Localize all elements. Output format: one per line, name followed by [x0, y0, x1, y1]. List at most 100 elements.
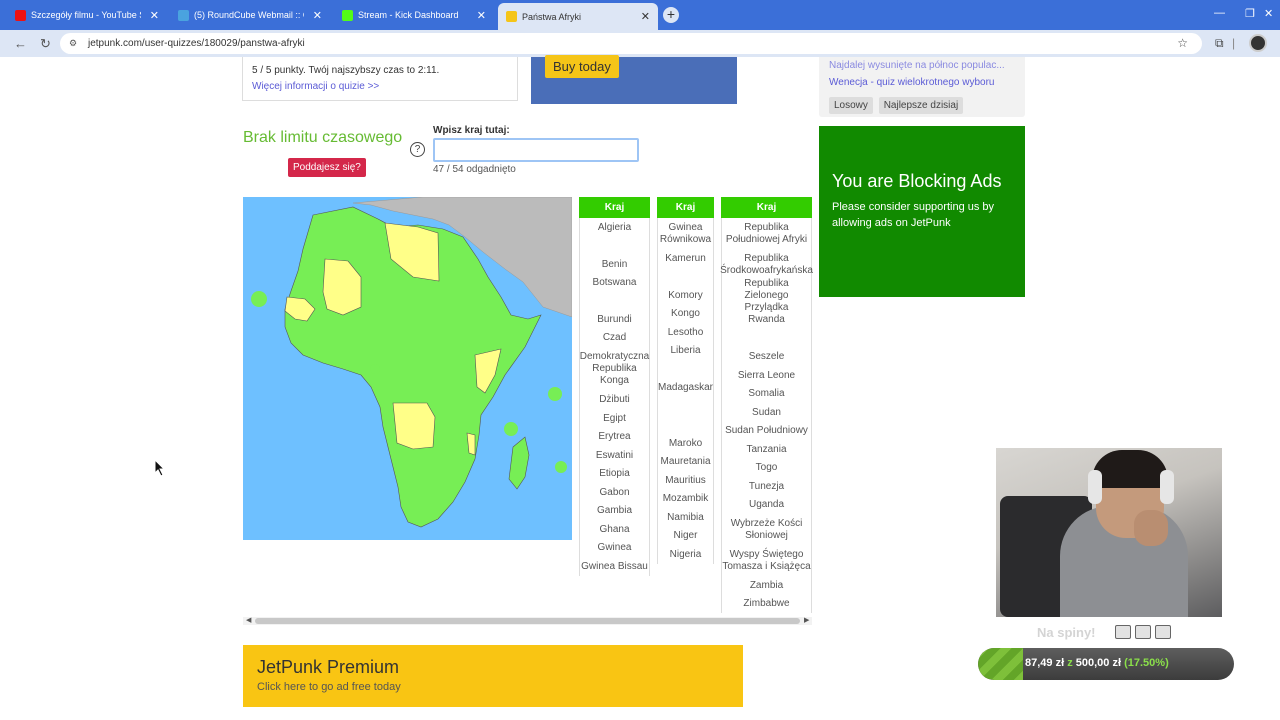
answer-cell: Republika Południowej Afryki — [721, 218, 812, 249]
answer-cell — [721, 329, 812, 348]
answer-column-1: Kraj Algieria Benin Botswana Burundi Czad Dem… — [579, 197, 650, 576]
buy-today-button[interactable]: Buy today — [545, 55, 619, 78]
best-today-button[interactable]: Najlepsze dzisiaj — [878, 97, 964, 114]
profile-avatar[interactable] — [1249, 34, 1267, 52]
answer-cell: Maroko — [657, 434, 714, 453]
column-header: Kraj — [657, 197, 714, 218]
points-text: 5 / 5 punkty. Twój najszybszy czas to 2:… — [252, 65, 440, 76]
answer-cell: Komory — [657, 286, 714, 305]
browser-tab[interactable]: Państwa Afryki ✕ — [498, 3, 658, 30]
restore-icon[interactable]: ❐ — [1245, 7, 1255, 20]
reload-icon[interactable]: ↻ — [40, 36, 51, 52]
blocking-title: You are Blocking Ads — [832, 171, 1002, 191]
site-info-icon[interactable]: ⚙ — [69, 33, 77, 54]
tab-label: Stream - Kick Dashboard — [358, 10, 459, 20]
tab-close-icon[interactable]: ✕ — [477, 9, 486, 22]
new-tab-button[interactable]: + — [663, 7, 679, 23]
answer-cell: Rwanda — [721, 311, 812, 329]
premium-banner[interactable]: JetPunk Premium Click here to go ad free… — [243, 645, 743, 707]
goal-label: 87,49 zł z 500,00 zł (17.50%) — [1025, 657, 1169, 669]
map-madagascar — [508, 436, 530, 490]
goal-title: Na spiny! — [1037, 625, 1096, 640]
money-icon — [1115, 625, 1131, 639]
answer-cell: Egipt — [579, 409, 650, 428]
answer-cell: Ghana — [579, 520, 650, 539]
goal-progress-bar: 87,49 zł z 500,00 zł (17.50%) — [978, 648, 1234, 680]
answer-cell: Tunezja — [721, 477, 812, 496]
map-island — [548, 387, 562, 401]
answer-cell: Togo — [721, 459, 812, 477]
more-info-link[interactable]: Więcej informacji o quizie >> — [252, 81, 508, 92]
map-missing-angola — [392, 402, 436, 450]
answer-cell: Madagaskar — [657, 379, 714, 397]
tab-close-icon[interactable]: ✕ — [313, 9, 322, 22]
help-icon[interactable]: ? — [410, 142, 425, 157]
scroll-right-icon[interactable]: ▶ — [804, 616, 809, 624]
url-field[interactable]: ⚙ jetpunk.com/user-quizzes/180029/panstw… — [60, 33, 1202, 54]
close-window-icon[interactable]: ✕ — [1264, 7, 1273, 20]
answer-column-3: Kraj Republika Południowej Afryki Republi… — [720, 197, 813, 613]
horizontal-scrollbar[interactable]: ◀ ▶ — [243, 617, 812, 625]
give-up-button[interactable]: Poddajesz się? — [288, 158, 366, 177]
answer-cell: Somalia — [721, 385, 812, 403]
map-island — [504, 422, 518, 436]
answer-cell: Wybrzeże Kości Słoniowej — [721, 514, 812, 545]
quiz-info-box: 5 / 5 punkty. Twój najszybszy czas to 2:… — [242, 57, 518, 101]
browser-tab[interactable]: Stream - Kick Dashboard ✕ — [334, 4, 494, 26]
jetpunk-icon — [506, 11, 517, 22]
minimize-icon[interactable]: — — [1214, 7, 1225, 19]
page-content: 5 / 5 punkty. Twój najszybszy czas to 2:… — [0, 55, 1280, 720]
answer-cell — [657, 268, 714, 286]
answer-cell: Republika Zielonego Przylądka — [721, 278, 812, 313]
answer-cell: Burundi — [579, 310, 650, 329]
input-label: Wpisz kraj tutaj: — [433, 125, 510, 136]
tab-close-icon[interactable]: ✕ — [641, 10, 650, 23]
answer-cell — [657, 360, 714, 379]
mouse-cursor-icon — [154, 459, 166, 477]
answer-cell: Algieria — [579, 218, 650, 237]
browser-tab[interactable]: (5) RoundCube Webmail :: Odebrane ✕ — [170, 4, 330, 26]
answer-cell: Gwinea — [579, 539, 650, 557]
sidebar-link[interactable]: Najdalej wysunięte na północ populac... — [829, 57, 1015, 74]
answer-cell: Botswana — [579, 274, 650, 292]
sidebar-link[interactable]: Wenecja - quiz wielokrotnego wyboru — [829, 74, 1015, 91]
answer-cell: Sierra Leone — [721, 366, 812, 385]
tab-close-icon[interactable]: ✕ — [150, 9, 159, 22]
answer-cell — [657, 397, 714, 416]
goal-progress-fill — [978, 648, 1023, 680]
answer-cell: Dżibuti — [579, 391, 650, 409]
sidebar-quiz-list: Najdalej wysunięte na północ populac... … — [819, 57, 1025, 117]
answer-cell: Zambia — [721, 576, 812, 595]
answer-cell — [579, 292, 650, 310]
random-button[interactable]: Losowy — [829, 97, 873, 114]
column-header: Kraj — [721, 197, 812, 218]
scroll-left-icon[interactable]: ◀ — [246, 616, 251, 624]
extensions-icon[interactable]: ⧉ — [1215, 36, 1224, 51]
top-ad-banner[interactable]: Buy today — [531, 55, 737, 104]
money-icon — [1155, 625, 1171, 639]
answer-cell: Niger — [657, 527, 714, 545]
answer-cell: Republika Środkowoafrykańska — [720, 249, 813, 280]
address-bar: ← ↻ ⚙ jetpunk.com/user-quizzes/180029/pa… — [0, 30, 1280, 57]
answer-cell: Liberia — [657, 342, 714, 360]
divider: | — [1232, 36, 1236, 50]
bookmark-star-icon[interactable]: ☆ — [1177, 33, 1188, 54]
answer-cell: Mauretania — [657, 453, 714, 471]
tab-label: Szczegóły filmu - YouTube Studio — [31, 10, 141, 20]
answer-cell: Mauritius — [657, 471, 714, 490]
answer-cell: Tanzania — [721, 440, 812, 459]
africa-map — [243, 197, 572, 540]
tab-bar: Szczegóły filmu - YouTube Studio✕(5) Rou… — [0, 0, 1280, 30]
answer-cell: Nigeria — [657, 545, 714, 564]
back-icon[interactable]: ← — [14, 36, 27, 51]
answer-cell: Kamerun — [657, 249, 714, 268]
answer-cell: Namibia — [657, 508, 714, 527]
column-header: Kraj — [579, 197, 650, 218]
money-icon — [1135, 625, 1151, 639]
country-input[interactable] — [433, 138, 639, 162]
answer-cell: Eswatini — [579, 446, 650, 465]
answer-cell: Sudan — [721, 403, 812, 422]
answer-cell: Erytrea — [579, 428, 650, 446]
scroll-thumb[interactable] — [255, 618, 800, 624]
browser-tab[interactable]: Szczegóły filmu - YouTube Studio ✕ — [7, 4, 167, 26]
